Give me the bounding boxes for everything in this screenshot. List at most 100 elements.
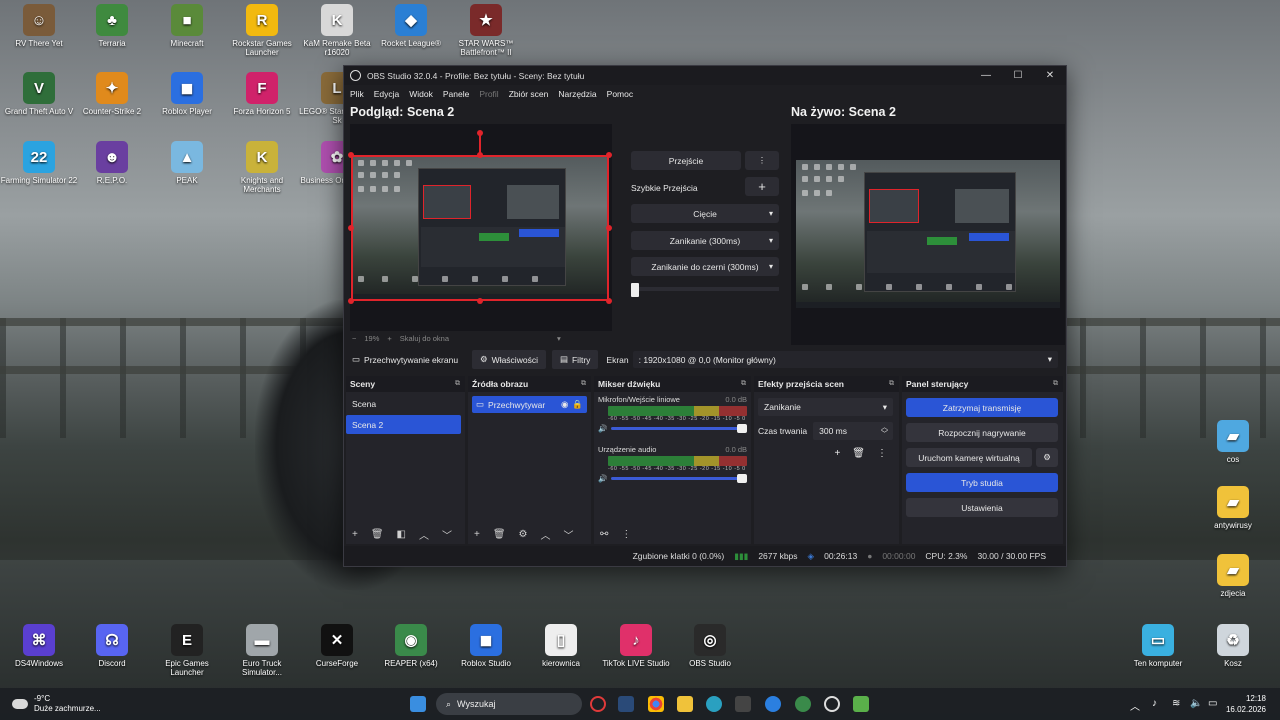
start-windows-icon[interactable] bbox=[410, 696, 426, 712]
volume-knob[interactable] bbox=[737, 474, 747, 483]
resize-handle[interactable] bbox=[606, 298, 612, 304]
menu-zbior-scen[interactable]: Zbiór scen bbox=[509, 89, 549, 99]
menu-dots-icon[interactable]: ⋮ bbox=[621, 529, 631, 540]
desktop-icon[interactable]: ★ STAR WARS™ Battlefront™ II bbox=[447, 4, 525, 57]
transition-menu-button[interactable]: ⋮ bbox=[745, 151, 779, 170]
quick-transition-cut[interactable]: Cięcie ▾ bbox=[631, 204, 779, 223]
transition-select[interactable]: Zanikanie ▾ bbox=[758, 398, 893, 416]
desktop-icon[interactable]: ▲ PEAK bbox=[148, 141, 226, 185]
menu-widok[interactable]: Widok bbox=[409, 89, 433, 99]
menu-profil[interactable]: Profil bbox=[479, 89, 498, 99]
desktop-icon[interactable]: ▰ cos bbox=[1194, 420, 1272, 464]
resize-handle[interactable] bbox=[477, 152, 483, 158]
up-icon[interactable]: ︿ bbox=[541, 527, 551, 542]
edge-icon[interactable] bbox=[706, 696, 722, 712]
undock-icon[interactable]: ⧉ bbox=[581, 380, 586, 388]
battery-icon[interactable]: ▭ bbox=[1208, 698, 1217, 709]
explorer-icon[interactable] bbox=[677, 696, 693, 712]
desktop-icon[interactable]: ☊ Discord bbox=[73, 624, 151, 668]
up-icon[interactable]: ︿ bbox=[419, 527, 429, 542]
desktop-icon[interactable]: ♪ TikTok LIVE Studio bbox=[597, 624, 675, 668]
chrome-icon[interactable] bbox=[648, 696, 664, 712]
filters-button[interactable]: ▤ Filtry bbox=[551, 350, 599, 369]
desktop-icon[interactable]: F Forza Horizon 5 bbox=[223, 72, 301, 116]
close-button[interactable]: ✕ bbox=[1034, 70, 1066, 81]
desktop-icon[interactable]: ◉ REAPER (x64) bbox=[372, 624, 450, 668]
volume-icon[interactable]: 🔈 bbox=[1190, 698, 1202, 709]
trash-icon[interactable]: 🗑 bbox=[371, 529, 384, 540]
desktop-icon[interactable]: ⌘ DS4Windows bbox=[0, 624, 78, 668]
desktop-icon[interactable]: ▬ Euro Truck Simulator... bbox=[223, 624, 301, 677]
start-virtual-camera-button[interactable]: Uruchom kamerę wirtualną bbox=[906, 448, 1032, 467]
gear-icon[interactable]: ⚙ bbox=[519, 529, 528, 540]
desktop-icon[interactable]: ☻ R.E.P.O. bbox=[73, 141, 151, 185]
volume-slider[interactable] bbox=[611, 474, 747, 483]
scene-item-active[interactable]: Scena 2 bbox=[346, 415, 461, 434]
down-icon[interactable]: ﹀ bbox=[564, 527, 574, 542]
tray-chevron-icon[interactable]: ︿ bbox=[1130, 698, 1140, 713]
desktop-icon[interactable]: K Knights and Merchants bbox=[223, 141, 301, 194]
desktop-icon[interactable]: ◎ OBS Studio bbox=[671, 624, 749, 668]
scene-item[interactable]: Scena bbox=[346, 394, 461, 413]
desktop-icon[interactable]: ◼ Roblox Studio bbox=[447, 624, 525, 668]
desktop-icon[interactable]: E Epic Games Launcher bbox=[148, 624, 226, 677]
screen-select[interactable]: : 1920x1080 @ 0,0 (Monitor główny) ▾ bbox=[632, 351, 1058, 368]
weather-widget[interactable]: -9°C Duże zachmurze... bbox=[12, 694, 101, 714]
add-icon[interactable]: + bbox=[352, 529, 358, 540]
obs-taskbar-icon[interactable] bbox=[824, 696, 840, 712]
trash-icon[interactable]: 🗑 bbox=[493, 529, 506, 540]
desktop-icon[interactable]: ▰ zdjecia bbox=[1194, 554, 1272, 598]
opera-icon[interactable] bbox=[590, 696, 606, 712]
virtual-camera-settings-gear-icon[interactable]: ⚙ bbox=[1036, 448, 1058, 467]
desktop-icon[interactable]: ♣ Terraria bbox=[73, 4, 151, 48]
filter-icon[interactable]: ◧ bbox=[397, 529, 406, 540]
clock[interactable]: 12:18 16.02.2026 bbox=[1226, 693, 1266, 715]
obs-window[interactable]: OBS Studio 32.0.4 - Profile: Bez tytułu … bbox=[343, 65, 1067, 567]
stop-stream-button[interactable]: Zatrzymaj transmisję bbox=[906, 398, 1058, 417]
quick-transition-fade-black[interactable]: Zanikanie do czerni (300ms) ▾ bbox=[631, 257, 779, 276]
add-icon[interactable]: + bbox=[474, 529, 480, 540]
down-icon[interactable]: ﹀ bbox=[442, 527, 452, 542]
desktop-icon[interactable]: ▯ kierownica bbox=[522, 624, 600, 668]
desktop-icon[interactable]: ♻ Kosz bbox=[1194, 624, 1272, 668]
desktop-icon[interactable]: ◼ Roblox Player bbox=[148, 72, 226, 116]
menu-edycja[interactable]: Edycja bbox=[374, 89, 400, 99]
add-icon[interactable]: + bbox=[834, 448, 840, 459]
desktop-icon[interactable]: V Grand Theft Auto V bbox=[0, 72, 78, 116]
eye-icon[interactable]: ◉ bbox=[561, 399, 568, 410]
zoom-dropdown-icon[interactable]: ▾ bbox=[557, 334, 561, 343]
wifi-icon[interactable]: ≋ bbox=[1172, 698, 1180, 709]
tbar-handle[interactable] bbox=[631, 283, 639, 297]
app-icon[interactable] bbox=[765, 696, 781, 712]
desktop-icon[interactable]: ✦ Counter-Strike 2 bbox=[73, 72, 151, 116]
menu-dots-icon[interactable]: ⋮ bbox=[877, 448, 887, 459]
menu-panele[interactable]: Panele bbox=[443, 89, 469, 99]
resize-handle[interactable] bbox=[348, 298, 354, 304]
settings-button[interactable]: Ustawienia bbox=[906, 498, 1058, 517]
studio-mode-button[interactable]: Tryb studia bbox=[906, 473, 1058, 492]
resize-handle[interactable] bbox=[477, 298, 483, 304]
desktop-icon[interactable]: ☺ RV There Yet bbox=[0, 4, 78, 48]
properties-button[interactable]: ⚙ Właściwości bbox=[472, 350, 546, 369]
app-icon[interactable] bbox=[853, 696, 869, 712]
speaker-icon[interactable]: 🔊 bbox=[598, 474, 607, 483]
desktop-icon[interactable]: 22 Farming Simulator 22 bbox=[0, 141, 78, 185]
menu-narzedzia[interactable]: Narzędzia bbox=[558, 89, 596, 99]
search-box[interactable]: ⌕ Wyszukaj bbox=[436, 693, 582, 715]
microphone-icon[interactable]: ♪ bbox=[1152, 698, 1157, 709]
source-selection-box[interactable] bbox=[351, 155, 609, 301]
menu-plik[interactable]: Plik bbox=[350, 89, 364, 99]
spin-arrows-icon[interactable]: ︿ ﹀ bbox=[881, 424, 888, 438]
desktop-icon[interactable]: R Rockstar Games Launcher bbox=[223, 4, 301, 57]
menu-pomoc[interactable]: Pomoc bbox=[607, 89, 633, 99]
zoom-fit-select[interactable]: Skaluj do okna bbox=[400, 334, 449, 343]
start-recording-button[interactable]: Rozpocznij nagrywanie bbox=[906, 423, 1058, 442]
zoom-in-button[interactable]: + bbox=[387, 334, 391, 343]
undock-icon[interactable]: ⧉ bbox=[889, 380, 894, 388]
duration-spinbox[interactable]: 300 ms ︿ ﹀ bbox=[813, 422, 893, 440]
speaker-icon[interactable]: 🔊 bbox=[598, 424, 607, 433]
obs-titlebar[interactable]: OBS Studio 32.0.4 - Profile: Bez tytułu … bbox=[344, 66, 1066, 85]
tbar-track[interactable] bbox=[631, 283, 779, 297]
rotation-handle[interactable] bbox=[477, 130, 483, 136]
xbox-icon[interactable] bbox=[795, 696, 811, 712]
